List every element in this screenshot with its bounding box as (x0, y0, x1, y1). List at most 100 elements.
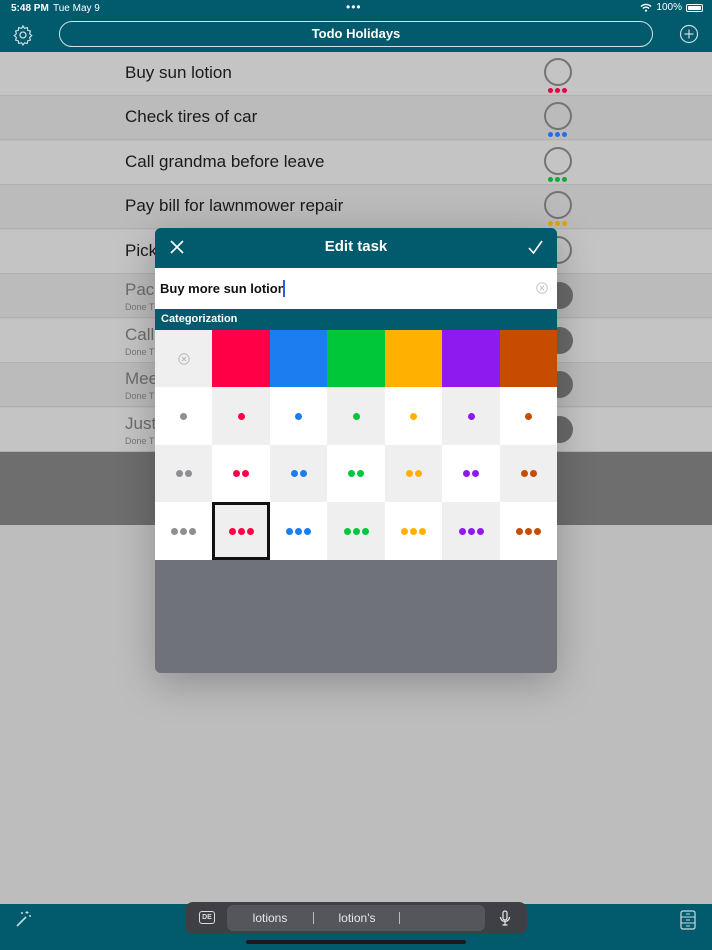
suggestion-item[interactable]: lotions (227, 905, 313, 931)
plus-circle-icon[interactable] (679, 24, 699, 44)
task-row[interactable]: Check tires of car (0, 96, 712, 140)
category-dot (405, 470, 413, 477)
multitasking-dots-icon[interactable]: ••• (346, 0, 362, 14)
color-swatch-fill (212, 330, 270, 387)
category-dot (290, 470, 298, 477)
color-swatch-fill (442, 330, 500, 387)
category-dots-option[interactable] (270, 445, 327, 502)
category-dots-option[interactable] (385, 445, 442, 502)
category-dot (516, 527, 523, 535)
category-dots-option[interactable] (500, 445, 557, 502)
category-dots-option[interactable] (327, 387, 385, 445)
task-title: Mee (125, 369, 159, 388)
category-dot (410, 412, 417, 420)
task-title: Buy sun lotion (125, 63, 232, 82)
category-dot (410, 527, 417, 535)
category-dots-option[interactable] (212, 502, 270, 560)
category-dot (463, 470, 470, 477)
task-title-input[interactable] (160, 276, 520, 300)
text-caret (283, 280, 285, 297)
category-dot (520, 470, 528, 477)
suggestion-item[interactable] (400, 905, 485, 931)
category-dot (467, 527, 475, 535)
complete-toggle-icon[interactable] (544, 58, 572, 86)
magic-wand-icon[interactable] (13, 909, 33, 929)
category-dot (295, 527, 302, 535)
category-dot (419, 527, 426, 535)
gear-icon[interactable] (12, 24, 34, 46)
color-swatch[interactable] (270, 330, 327, 387)
keyboard-language-button[interactable]: DE (199, 911, 215, 924)
home-indicator (246, 940, 466, 944)
list-title-button[interactable]: Todo Holidays (59, 21, 653, 47)
color-swatch-fill (385, 330, 442, 387)
category-dots-option[interactable] (500, 502, 557, 560)
category-dot (304, 527, 311, 535)
category-dots-option[interactable] (155, 387, 212, 445)
category-dots-option[interactable] (212, 387, 270, 445)
category-dots-option[interactable] (327, 502, 385, 560)
complete-toggle-icon[interactable] (544, 102, 572, 130)
clear-input-icon[interactable] (536, 282, 548, 294)
category-dot (472, 470, 479, 477)
color-swatch[interactable] (327, 330, 385, 387)
color-swatch[interactable] (442, 330, 500, 387)
complete-toggle-icon[interactable] (544, 147, 572, 175)
category-dot (233, 470, 240, 477)
section-header: Categorization (155, 309, 557, 330)
color-swatch[interactable] (385, 330, 442, 387)
task-done-date: Done T (125, 391, 155, 401)
suggestion-item[interactable]: lotion's (314, 905, 400, 931)
microphone-icon[interactable] (499, 910, 511, 926)
category-dots-option[interactable] (212, 445, 270, 502)
category-dots-option[interactable] (270, 502, 327, 560)
category-dot (525, 527, 532, 535)
category-dot (476, 527, 484, 535)
category-dots-option[interactable] (155, 502, 212, 560)
color-swatch[interactable] (212, 330, 270, 387)
task-row[interactable]: Buy sun lotion (0, 52, 712, 96)
category-dot (171, 527, 178, 535)
checkmark-icon[interactable] (527, 239, 544, 256)
category-dot (246, 527, 254, 535)
color-swatch-fill (500, 330, 557, 387)
task-row[interactable]: Pay bill for lawnmower repair (0, 185, 712, 229)
category-dot (534, 527, 541, 535)
category-dots (548, 132, 567, 137)
category-dots-option[interactable] (327, 445, 385, 502)
category-dots-option[interactable] (442, 387, 500, 445)
task-title: Pacl (125, 280, 159, 299)
status-date: Tue May 9 (53, 3, 100, 14)
category-dot (242, 470, 249, 477)
category-dots-option[interactable] (155, 445, 212, 502)
category-dots-option[interactable] (385, 502, 442, 560)
category-dot (299, 470, 307, 477)
dialog-title: Edit task (324, 238, 388, 255)
category-dots-option[interactable] (442, 502, 500, 560)
task-input-wrap (155, 268, 557, 309)
drawer-icon[interactable] (680, 910, 696, 930)
battery-icon (686, 3, 703, 12)
close-icon[interactable] (169, 239, 185, 255)
category-dot (175, 470, 183, 477)
no-category-option[interactable] (155, 330, 212, 387)
category-dot (180, 527, 187, 535)
color-swatch[interactable] (500, 330, 557, 387)
color-swatch-fill (270, 330, 327, 387)
category-dots-option[interactable] (500, 387, 557, 445)
category-dots (548, 177, 567, 182)
task-title: Pay bill for lawnmower repair (125, 196, 344, 215)
predictive-text-bar: lotions lotion's (227, 905, 485, 931)
category-dots-option[interactable] (385, 387, 442, 445)
complete-toggle-icon[interactable] (544, 191, 572, 219)
wifi-icon (640, 3, 652, 12)
category-dot (361, 527, 369, 535)
category-dots-option[interactable] (270, 387, 327, 445)
category-dot (228, 527, 236, 535)
task-title: Call grandma before leave (125, 152, 325, 171)
status-time: 5:48 PM (11, 3, 49, 14)
category-dots (548, 88, 567, 93)
category-dots-option[interactable] (442, 445, 500, 502)
task-row[interactable]: Call grandma before leave (0, 141, 712, 185)
status-right: 100% (640, 2, 703, 13)
